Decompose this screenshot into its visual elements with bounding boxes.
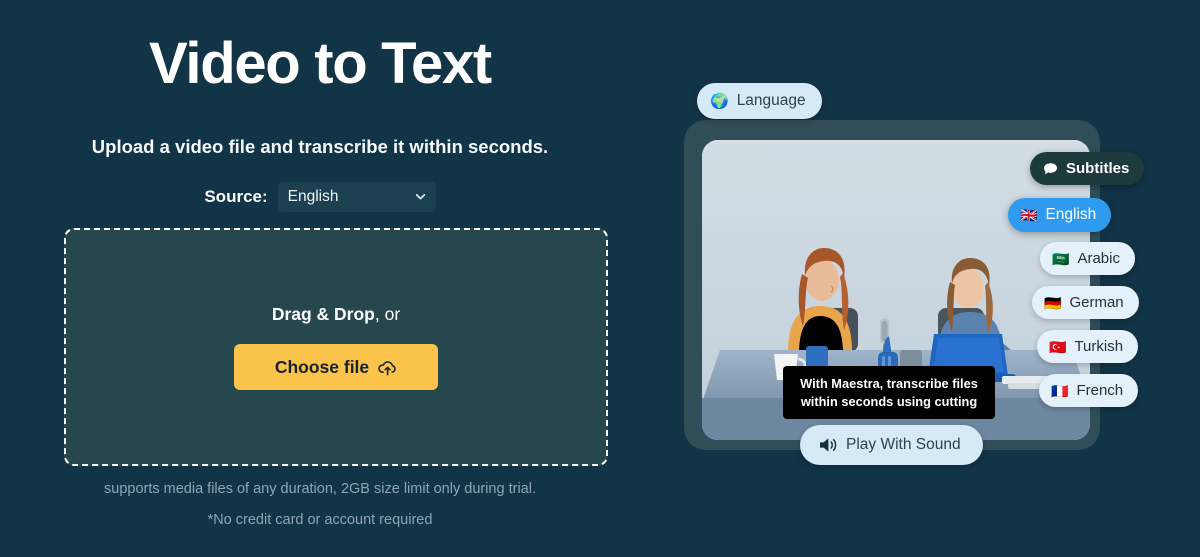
- language-badge-label: Language: [736, 92, 806, 109]
- file-dropzone[interactable]: Drag & Drop, or Choose file: [64, 228, 608, 466]
- globe-icon: 🌍: [710, 92, 729, 110]
- language-option-label: Turkish: [1074, 338, 1124, 355]
- language-option-label: English: [1045, 206, 1097, 223]
- supported-files-note: supports media files of any duration, 2G…: [104, 481, 536, 497]
- page-title: Video to Text: [149, 31, 492, 96]
- language-badge[interactable]: 🌍 Language: [697, 83, 822, 119]
- language-option-label: Arabic: [1077, 250, 1120, 267]
- flag-icon-gb: 🇬🇧: [1020, 207, 1038, 223]
- flag-icon-fr: 🇫🇷: [1051, 382, 1069, 399]
- cloud-upload-icon: [378, 359, 397, 376]
- page-subtitle: Upload a video file and transcribe it wi…: [91, 136, 549, 157]
- source-label: Source:: [204, 187, 268, 206]
- language-option-english[interactable]: 🇬🇧 English: [1008, 198, 1112, 232]
- flag-icon-de: 🇩🇪: [1044, 294, 1062, 311]
- choose-file-label: Choose file: [274, 356, 370, 377]
- subtitle-caption: With Maestra, transcribe files within se…: [783, 366, 995, 420]
- choose-file-button[interactable]: Choose file: [234, 344, 438, 390]
- play-with-sound-button[interactable]: Play With Sound: [800, 425, 983, 465]
- source-select-value: English: [287, 188, 339, 205]
- source-row: Source: English: [0, 182, 640, 212]
- chevron-down-icon: [415, 194, 425, 200]
- caption-line-1: With Maestra, transcribe files: [800, 376, 978, 391]
- drag-drop-bold: Drag & Drop: [271, 304, 375, 324]
- source-language-select[interactable]: English: [277, 182, 436, 212]
- play-with-sound-label: Play With Sound: [846, 436, 961, 453]
- drag-drop-text: Drag & Drop, or: [272, 304, 400, 325]
- language-option-french[interactable]: 🇫🇷 French: [1039, 374, 1139, 407]
- language-option-arabic[interactable]: 🇸🇦 Arabic: [1040, 242, 1135, 275]
- subtitles-badge[interactable]: Subtitles: [1030, 152, 1145, 185]
- flag-icon-tr: 🇹🇷: [1049, 338, 1067, 355]
- preview-panel: With Maestra, transcribe files within se…: [640, 0, 1200, 557]
- speaker-icon: [818, 436, 838, 454]
- language-option-label: French: [1076, 382, 1124, 399]
- language-option-label: German: [1069, 294, 1124, 311]
- language-option-german[interactable]: 🇩🇪 German: [1032, 286, 1139, 319]
- drag-drop-rest: , or: [374, 304, 401, 324]
- dropzone-content: Drag & Drop, or Choose file: [66, 230, 606, 464]
- language-option-turkish[interactable]: 🇹🇷 Turkish: [1037, 330, 1139, 363]
- no-credit-card-note: *No credit card or account required: [207, 512, 433, 528]
- flag-icon-sa: 🇸🇦: [1052, 250, 1070, 267]
- speech-bubble-icon: [1043, 162, 1058, 176]
- hero-panel: Video to Text Upload a video file and tr…: [0, 0, 640, 557]
- subtitles-badge-label: Subtitles: [1066, 160, 1130, 177]
- page-root: Video to Text Upload a video file and tr…: [0, 0, 1200, 557]
- caption-line-2: within seconds using cutting: [800, 393, 978, 409]
